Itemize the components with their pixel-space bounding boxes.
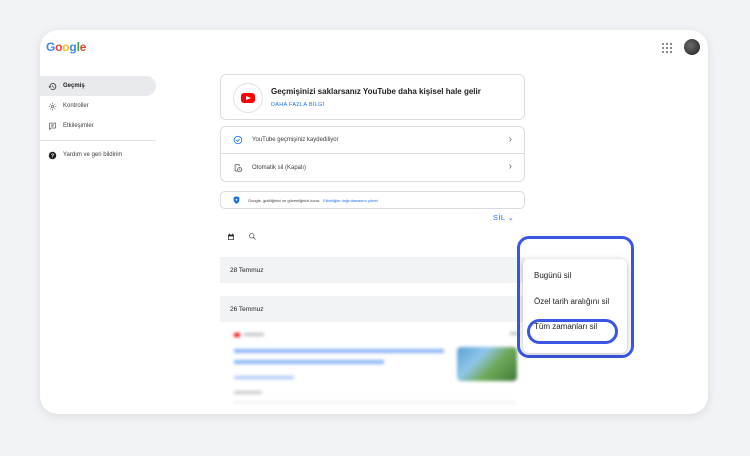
sidebar-item-label: Geçmiş [63, 83, 85, 89]
avatar[interactable] [684, 39, 700, 55]
privacy-text: Google, gizliliğinizi ve güvenliğinizi k… [248, 197, 321, 203]
comment-icon [48, 122, 57, 131]
gear-icon [48, 102, 57, 111]
menu-item-delete-custom-range[interactable]: Özel tarih aralığını sil [534, 297, 609, 306]
calendar-icon[interactable] [227, 233, 235, 241]
highlight-outline [527, 319, 618, 344]
google-logo[interactable]: Google [46, 40, 86, 54]
sidebar-item-interactions[interactable]: Etkileşimler [40, 116, 156, 136]
date-header: 26 Temmuz [220, 296, 525, 322]
redacted-text [234, 376, 294, 379]
shield-icon [233, 196, 240, 204]
verification-link[interactable]: Etkinliğim doğrulamasını yönet [323, 198, 377, 203]
sidebar-item-label: Yardım ve geri bildirim [63, 152, 123, 158]
delete-dropdown-button[interactable]: SİL ⌄ [493, 213, 514, 222]
history-status-row[interactable]: YouTube geçmişiniz kaydediliyor › [220, 126, 525, 154]
auto-delete-icon [233, 163, 243, 173]
sidebar-item-label: Etkileşimler [63, 123, 94, 129]
activity-card: Google Geçmiş Kontroller Etkileşimler ? [40, 30, 708, 414]
menu-item-delete-today[interactable]: Bugünü sil [534, 271, 571, 280]
sidebar-item-label: Kontroller [63, 103, 89, 109]
chevron-right-icon: › [508, 161, 512, 172]
chevron-down-icon: ⌄ [507, 213, 515, 222]
redacted-text [234, 360, 384, 364]
youtube-icon [234, 333, 240, 337]
sidebar-nav: Geçmiş Kontroller Etkileşimler ? Yardım … [40, 76, 156, 165]
auto-delete-label: Otomatik sil (Kapalı) [252, 164, 307, 171]
auto-delete-row[interactable]: Otomatik sil (Kapalı) › [220, 154, 525, 182]
svg-text:?: ? [51, 153, 54, 159]
sidebar-item-history[interactable]: Geçmiş [40, 76, 156, 96]
banner-title: Geçmişinizi saklarsanız YouTube daha kiş… [271, 87, 481, 96]
redacted-text [234, 391, 262, 394]
redacted-text [244, 333, 264, 336]
date-header: 28 Temmuz [220, 257, 525, 283]
blurred-history-item[interactable] [220, 327, 525, 405]
chevron-right-icon: › [508, 134, 512, 145]
sidebar-item-help[interactable]: ? Yardım ve geri bildirim [40, 145, 156, 165]
history-icon [48, 82, 57, 91]
redacted-text [234, 349, 444, 353]
youtube-icon [241, 93, 255, 103]
check-circle-icon [233, 135, 243, 145]
apps-grid-icon[interactable] [662, 43, 672, 53]
sidebar-divider [40, 140, 156, 141]
youtube-icon-circle [233, 83, 263, 113]
privacy-notice: Google, gizliliğinizi ve güvenliğinizi k… [220, 191, 525, 209]
help-icon: ? [48, 151, 57, 160]
sidebar-item-controls[interactable]: Kontroller [40, 96, 156, 116]
youtube-promo-banner: Geçmişinizi saklarsanız YouTube daha kiş… [220, 74, 525, 120]
delete-button-label: SİL [493, 213, 506, 222]
search-icon[interactable] [248, 232, 257, 241]
video-thumbnail[interactable] [457, 347, 517, 381]
divider [234, 402, 516, 403]
history-status-label: YouTube geçmişiniz kaydediliyor [252, 137, 339, 143]
learn-more-link[interactable]: DAHA FAZLA BİLGİ [271, 102, 324, 108]
